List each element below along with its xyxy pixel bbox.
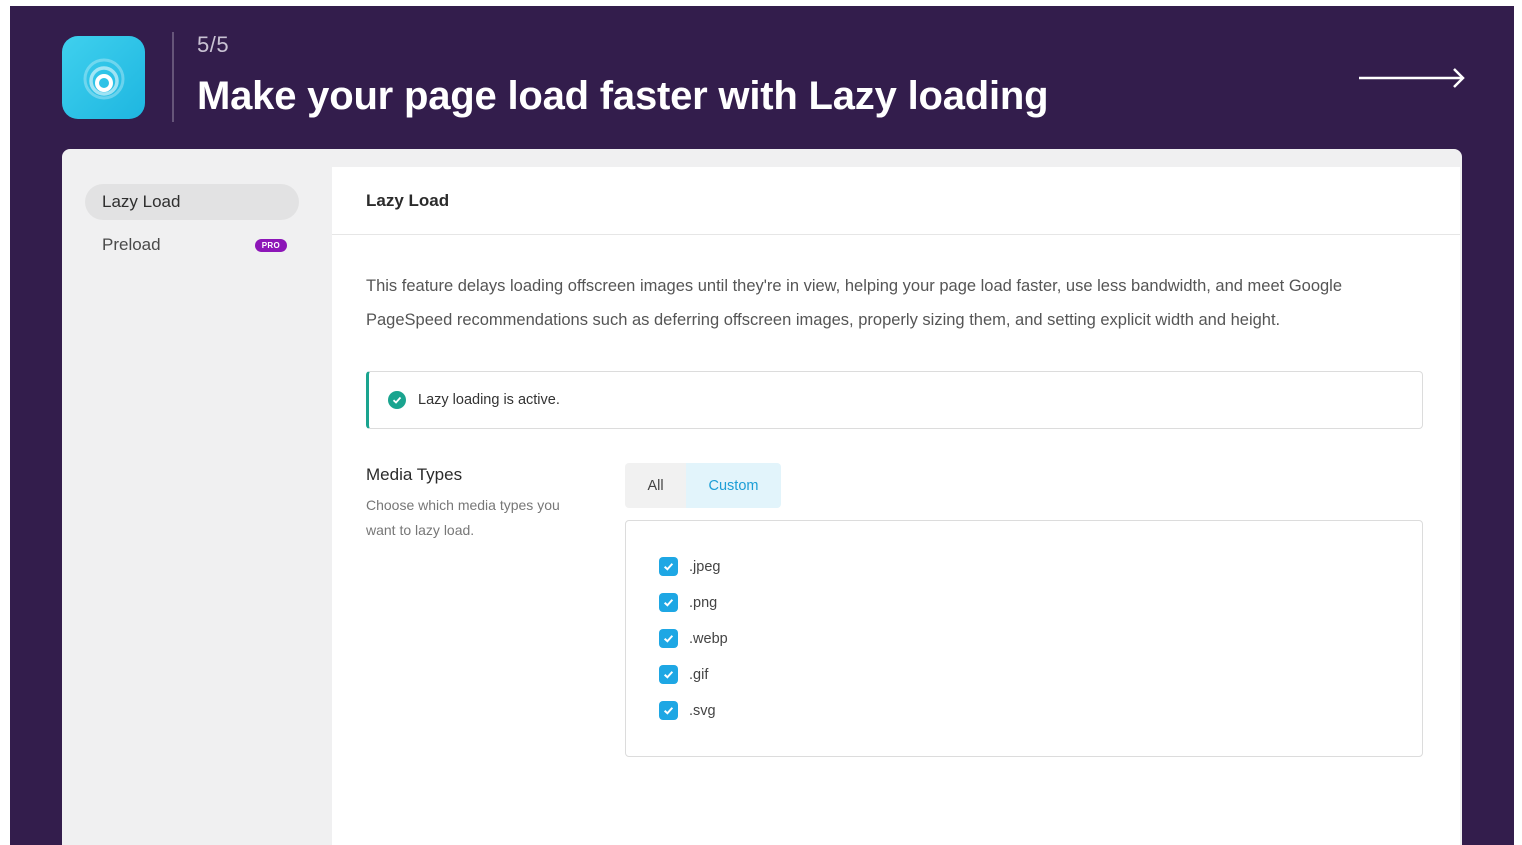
checkbox-checked-icon[interactable] — [659, 593, 678, 612]
checkbox-checked-icon[interactable] — [659, 629, 678, 648]
sidebar-item-preload[interactable]: Preload PRO — [85, 227, 299, 263]
option-svg[interactable]: .svg — [659, 701, 716, 720]
section-title: Lazy Load — [332, 167, 1460, 235]
option-webp[interactable]: .webp — [659, 629, 728, 648]
step-counter: 5/5 — [197, 32, 230, 57]
sidebar-item-label: Preload — [102, 235, 161, 254]
option-label: .svg — [689, 702, 716, 719]
check-circle-icon — [388, 391, 406, 409]
sidebar: Lazy Load Preload PRO — [62, 149, 332, 845]
next-button[interactable] — [1357, 64, 1469, 92]
status-notice: Lazy loading is active. — [366, 371, 1423, 429]
option-label: .gif — [689, 666, 709, 683]
settings-panel: Lazy Load Preload PRO Lazy Load This fea… — [62, 149, 1462, 845]
content-area: Lazy Load This feature delays loading of… — [332, 167, 1460, 845]
option-gif[interactable]: .gif — [659, 665, 708, 684]
option-jpeg[interactable]: .jpeg — [659, 557, 720, 576]
page-title: Make your page load faster with Lazy loa… — [197, 74, 1049, 118]
sidebar-item-lazy-load[interactable]: Lazy Load — [85, 184, 299, 220]
feature-description: This feature delays loading offscreen im… — [366, 277, 1343, 329]
arrow-right-icon — [1359, 68, 1465, 88]
media-types-description: Choose which media types you want to laz… — [366, 497, 560, 538]
media-types-title: Media Types — [366, 465, 463, 484]
status-text: Lazy loading is active. — [418, 392, 560, 408]
tab-custom[interactable]: Custom — [686, 463, 781, 508]
option-label: .png — [689, 594, 718, 611]
broadcast-logo-icon — [83, 58, 124, 99]
media-type-options: .jpeg .png .webp .gif .svg — [625, 520, 1423, 757]
checkbox-checked-icon[interactable] — [659, 665, 678, 684]
sidebar-item-label: Lazy Load — [102, 192, 181, 211]
option-label: .webp — [689, 630, 728, 647]
checkbox-checked-icon[interactable] — [659, 701, 678, 720]
option-label: .jpeg — [689, 558, 721, 575]
option-png[interactable]: .png — [659, 593, 717, 612]
onboarding-frame: 5/5 Make your page load faster with Lazy… — [10, 6, 1514, 845]
media-type-tabs: All Custom — [625, 463, 781, 508]
pro-badge: PRO — [254, 239, 287, 252]
header-divider — [172, 32, 174, 122]
app-logo — [62, 36, 145, 119]
checkbox-checked-icon[interactable] — [659, 557, 678, 576]
tab-all[interactable]: All — [625, 463, 686, 508]
